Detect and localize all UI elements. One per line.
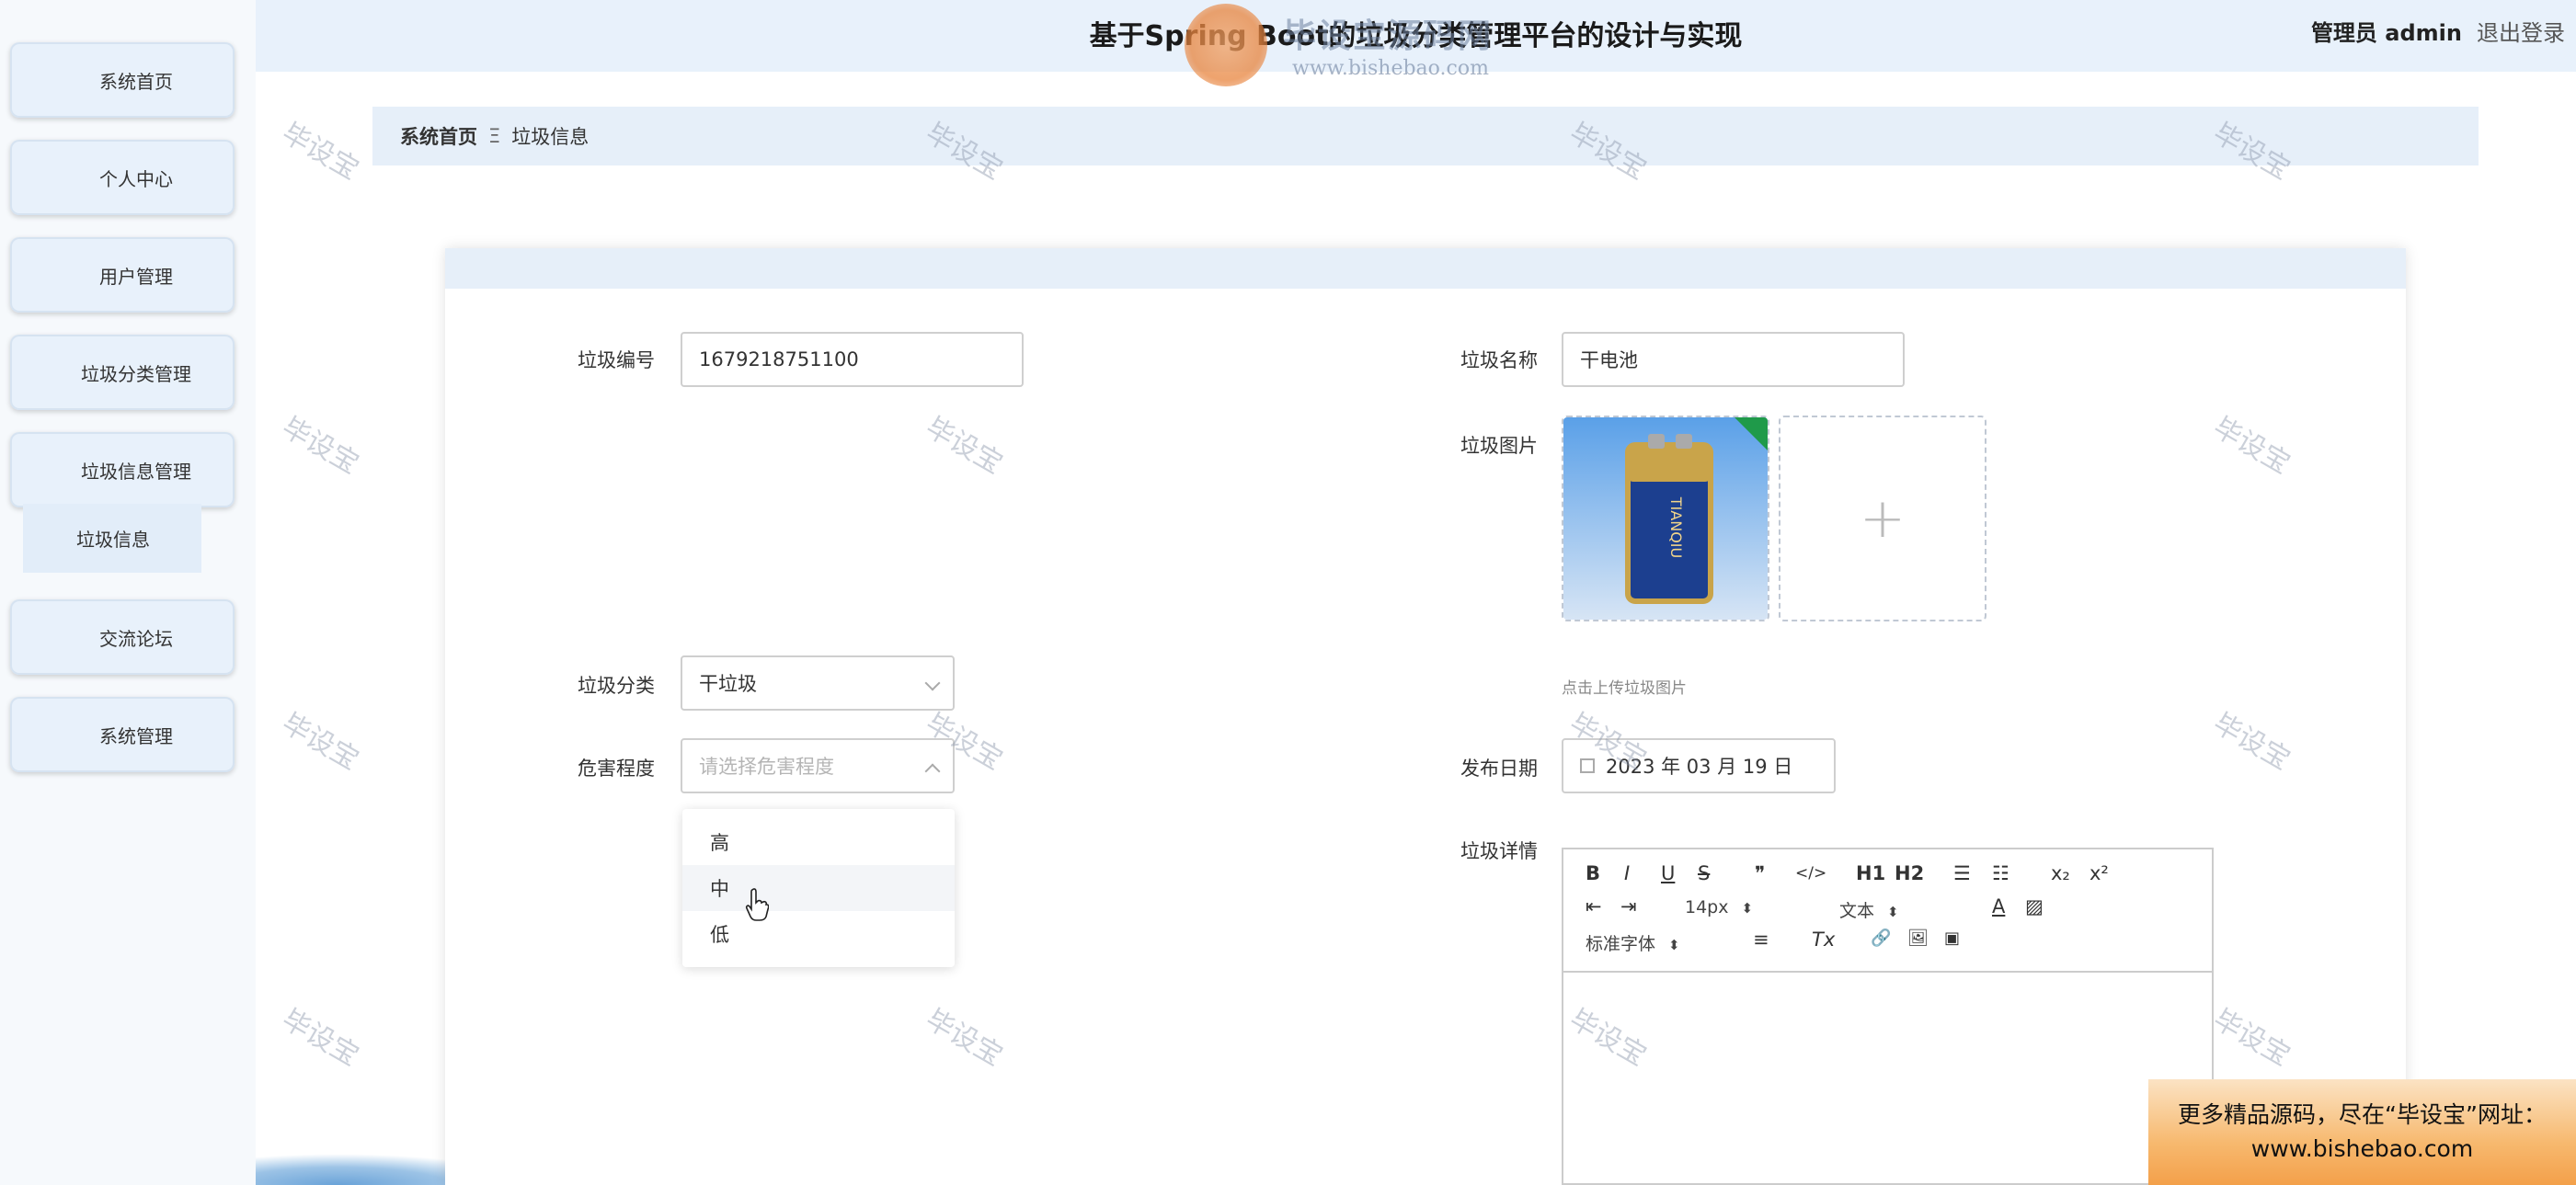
align-icon[interactable]: ≡ [1753,929,1769,951]
superscript-icon[interactable]: x² [2089,862,2109,884]
link-icon[interactable]: 🔗 [1871,929,1891,948]
ordered-list-icon[interactable]: ☰ [1953,862,1971,884]
code-label: 垃圾编号 [578,349,655,371]
user-label: 管理员 admin [2310,20,2462,46]
background-color-icon[interactable]: ▨ [2025,895,2044,917]
sidebar-item-label: 个人中心 [99,167,173,190]
hazard-dropdown: 高 中 低 [682,809,955,967]
chevron-down-icon [924,675,941,691]
hazard-select[interactable]: 请选择危害程度 [681,738,955,793]
publish-date-value: 2023 年 03 月 19 日 [1606,756,1793,778]
sidebar-subitem-label: 垃圾信息 [76,529,150,551]
sidebar-item-label: 垃圾信息管理 [81,460,191,483]
category-label: 垃圾分类 [578,675,655,697]
rich-text-editor: B I U S ❞ </> H1 H2 ☰ ☷ x₂ x² ⇤ ⇥ 14px 文… [1562,848,2214,1185]
indent-icon[interactable]: ⇥ [1620,895,1637,917]
promo-banner[interactable]: 更多精品源码，尽在“毕设宝”网址： www.bishebao.com [2148,1079,2576,1185]
promo-line1: 更多精品源码，尽在“毕设宝”网址： [2178,1101,2547,1129]
font-color-icon[interactable]: A [1992,895,2005,917]
image-upload-hint: 点击上传垃圾图片 [1562,679,1687,698]
subscript-icon[interactable]: x₂ [2051,862,2070,884]
battery-image-icon: TIANQIU [1563,417,1768,620]
category-select[interactable]: 干垃圾 [681,655,955,711]
watermark: 毕设宝 [276,117,364,187]
card-header [445,248,2406,289]
editor-body[interactable] [1563,974,2212,1185]
hazard-label: 危害程度 [578,758,655,780]
quote-icon[interactable]: ❞ [1755,862,1765,884]
bold-icon[interactable]: B [1586,862,1600,884]
sidebar-item-label: 系统首页 [99,70,173,93]
sidebar-subitem-garbage-info[interactable]: 垃圾信息 [23,504,201,573]
sidebar-item-label: 交流论坛 [99,627,173,650]
sidebar-item-home[interactable]: 系统首页 [10,42,235,118]
text-type-select[interactable]: 文本 [1839,897,1899,922]
user-area: 管理员 admin 退出登录 [2311,15,2565,47]
sidebar-item-category-management[interactable]: 垃圾分类管理 [10,335,235,410]
hand-cursor-icon [745,888,769,921]
dropdown-option-high[interactable]: 高 [682,819,955,865]
publish-date-label: 发布日期 [1460,758,1538,780]
dropdown-option-low[interactable]: 低 [682,911,955,957]
sidebar-item-system-management[interactable]: 系统管理 [10,697,235,772]
sidebar-item-garbage-info-management[interactable]: 垃圾信息管理 [10,432,235,507]
sidebar-item-label: 垃圾分类管理 [81,362,191,385]
clear-format-icon[interactable]: Tx [1812,929,1835,951]
logout-link[interactable]: 退出登录 [2477,15,2565,47]
name-label: 垃圾名称 [1460,349,1538,371]
calendar-icon [1580,758,1595,773]
dropdown-option-medium[interactable]: 中 [682,865,955,911]
details-label: 垃圾详情 [1460,840,1538,862]
image-upload-button[interactable]: + [1779,416,1986,621]
svg-text:TIANQIU: TIANQIU [1667,496,1685,558]
font-family-select[interactable]: 标准字体 [1586,930,1680,955]
outdent-icon[interactable]: ⇤ [1586,895,1602,917]
video-icon[interactable]: ▣ [1944,929,1960,948]
italic-icon[interactable]: I [1624,862,1630,884]
underline-icon[interactable]: U [1661,862,1675,884]
category-select-value: 干垃圾 [699,673,757,695]
watermark: 毕设宝 [276,1003,364,1073]
sidebar-item-label: 用户管理 [99,265,173,288]
heading-1-icon[interactable]: H1 [1856,862,1885,884]
code-input[interactable]: 1679218751100 [681,332,1024,387]
watermark: 毕设宝 [276,411,364,481]
bullet-list-icon[interactable]: ☷ [1992,862,2009,884]
watermark-logo-icon [1185,4,1267,86]
promo-line2: www.bishebao.com [2250,1134,2474,1162]
image-icon[interactable]: 🖼 [1907,929,1929,948]
sidebar-item-forum[interactable]: 交流论坛 [10,599,235,675]
sidebar-item-personal-center[interactable]: 个人中心 [10,140,235,215]
sidebar-item-label: 系统管理 [99,724,173,747]
breadcrumb: 系统首页 Ξ 垃圾信息 [372,107,2479,165]
image-label: 垃圾图片 [1460,435,1538,457]
code-block-icon[interactable]: </> [1795,864,1826,883]
heading-2-icon[interactable]: H2 [1895,862,1924,884]
watermark-logo-url: www.bishebao.com [1292,57,1489,80]
font-size-select[interactable]: 14px [1685,897,1753,917]
garbage-image-thumbnail[interactable]: TIANQIU [1562,416,1769,621]
breadcrumb-separator-icon: Ξ [488,125,501,147]
sidebar: 系统首页 个人中心 用户管理 垃圾分类管理 垃圾信息管理 垃圾信息 交流论坛 系… [0,0,256,1185]
breadcrumb-current: 垃圾信息 [511,126,590,148]
publish-date-input[interactable]: 2023 年 03 月 19 日 [1562,738,1836,793]
breadcrumb-home[interactable]: 系统首页 [400,122,477,150]
watermark: 毕设宝 [276,707,364,777]
editor-toolbar: B I U S ❞ </> H1 H2 ☰ ☷ x₂ x² ⇤ ⇥ 14px 文… [1563,849,2212,973]
sidebar-item-user-management[interactable]: 用户管理 [10,237,235,313]
chevron-up-icon [924,763,941,780]
hazard-select-placeholder: 请选择危害程度 [699,756,834,778]
watermark-logo-text: 毕设宝源码网 [1283,17,1494,55]
strike-icon[interactable]: S [1698,862,1710,884]
name-input[interactable]: 干电池 [1562,332,1905,387]
